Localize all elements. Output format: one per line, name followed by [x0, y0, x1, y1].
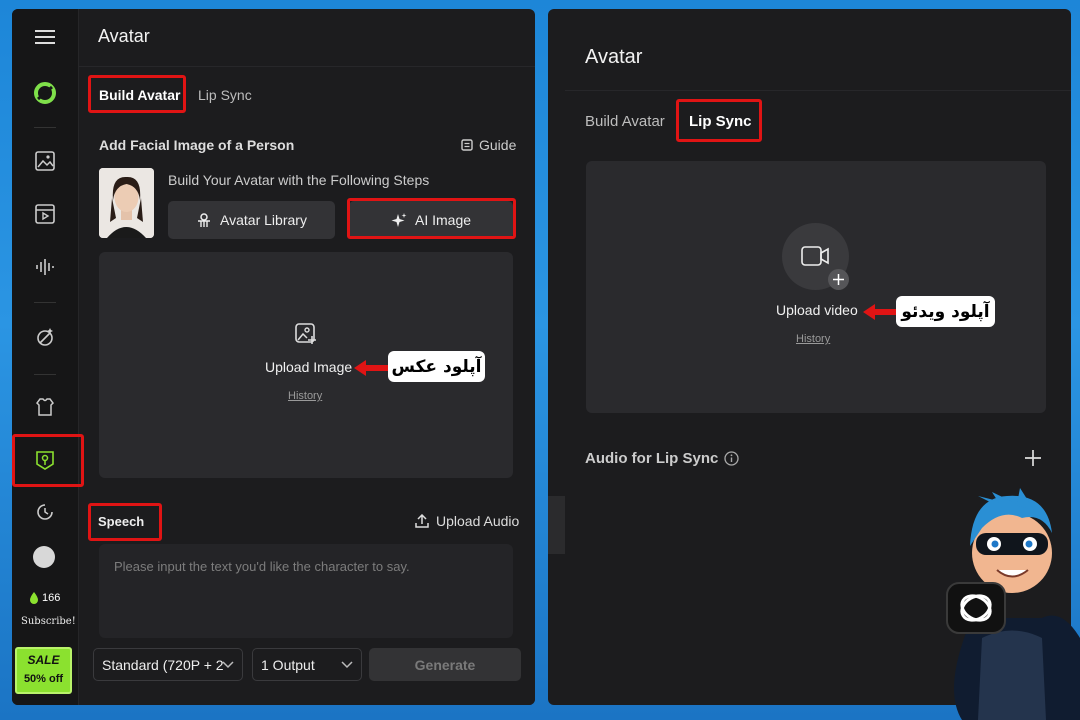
sidebar: 166 Subscribe! SALE 50% off	[12, 9, 79, 705]
upload-image-label[interactable]: Upload Image	[265, 359, 352, 375]
page-title: Avatar	[98, 26, 150, 46]
red-arrow-icon	[863, 304, 899, 320]
flame-icon	[30, 592, 38, 604]
video-icon[interactable]	[32, 201, 58, 227]
image-add-icon	[294, 322, 318, 351]
quality-select[interactable]: Standard (720P + 2	[93, 648, 243, 681]
tab-lip-sync[interactable]: Lip Sync	[198, 87, 252, 103]
guide-icon	[461, 139, 473, 151]
plus-icon[interactable]	[828, 269, 849, 290]
menu-icon[interactable]	[32, 24, 58, 50]
shirt-icon[interactable]	[32, 394, 58, 420]
highlight-lip-sync	[676, 99, 762, 142]
quality-select-value: Standard (720P + 2	[102, 656, 224, 673]
plus-icon	[1025, 450, 1041, 466]
persian-annotation-image: آپلود عکس	[388, 351, 485, 382]
output-select-value: 1 Output	[261, 656, 315, 673]
chevron-down-icon	[222, 660, 234, 668]
highlight-avatar-nav	[12, 434, 84, 487]
page-title: Avatar	[585, 46, 643, 68]
highlight-ai-image	[347, 198, 516, 239]
main-content: Avatar Build Avatar Lip Sync Add Facial …	[79, 9, 535, 705]
speech-textarea[interactable]: Please input the text you'd like the cha…	[99, 544, 513, 638]
tab-build-avatar[interactable]: Build Avatar	[585, 113, 665, 130]
avatar-library-label: Avatar Library	[220, 212, 307, 228]
audio-wave-icon[interactable]	[32, 254, 58, 280]
generate-button[interactable]: Generate	[369, 648, 521, 681]
audio-heading-text: Audio for Lip Sync	[585, 450, 719, 467]
facial-heading: Add Facial Image of a Person	[99, 137, 295, 153]
chevron-down-icon	[341, 660, 353, 668]
sample-face-image	[99, 168, 154, 238]
highlight-speech	[88, 503, 162, 541]
highlight-build-avatar	[88, 75, 186, 113]
scroll-handle[interactable]	[548, 496, 565, 554]
history-link[interactable]: History	[288, 390, 322, 402]
history-icon[interactable]	[32, 499, 58, 525]
mascot-character	[942, 488, 1080, 720]
discount-label: 50% off	[23, 673, 64, 685]
history-link[interactable]: History	[796, 333, 830, 345]
credits-count: 166	[42, 592, 61, 604]
sale-badge[interactable]: SALE 50% off	[15, 647, 72, 694]
credits: 166	[29, 592, 60, 604]
magic-icon[interactable]	[32, 324, 58, 350]
upload-icon	[415, 514, 429, 528]
sale-label: SALE	[27, 653, 60, 667]
subscribe-link[interactable]: Subscribe!	[21, 616, 76, 627]
red-arrow-icon	[354, 360, 390, 376]
upload-audio-label: Upload Audio	[436, 513, 520, 529]
logo-icon[interactable]	[32, 80, 58, 106]
add-audio-button[interactable]	[1025, 450, 1041, 471]
guide-link[interactable]: Guide	[461, 137, 516, 153]
steps-text: Build Your Avatar with the Following Ste…	[168, 172, 430, 188]
persian-annotation-video: آپلود ویدئو	[896, 296, 995, 327]
person-icon	[198, 213, 211, 227]
guide-label: Guide	[479, 137, 517, 153]
upload-audio-button[interactable]: Upload Audio	[415, 513, 519, 529]
info-icon	[724, 451, 739, 466]
image-icon[interactable]	[32, 148, 58, 174]
left-window: 166 Subscribe! SALE 50% off Avatar Build…	[12, 9, 535, 705]
avatar-library-button[interactable]: Avatar Library	[168, 201, 335, 239]
user-avatar[interactable]	[33, 546, 55, 568]
speech-placeholder: Please input the text you'd like the cha…	[114, 559, 410, 574]
upload-video-label[interactable]: Upload video	[776, 302, 858, 318]
output-select[interactable]: 1 Output	[252, 648, 362, 681]
audio-heading: Audio for Lip Sync	[585, 450, 739, 467]
